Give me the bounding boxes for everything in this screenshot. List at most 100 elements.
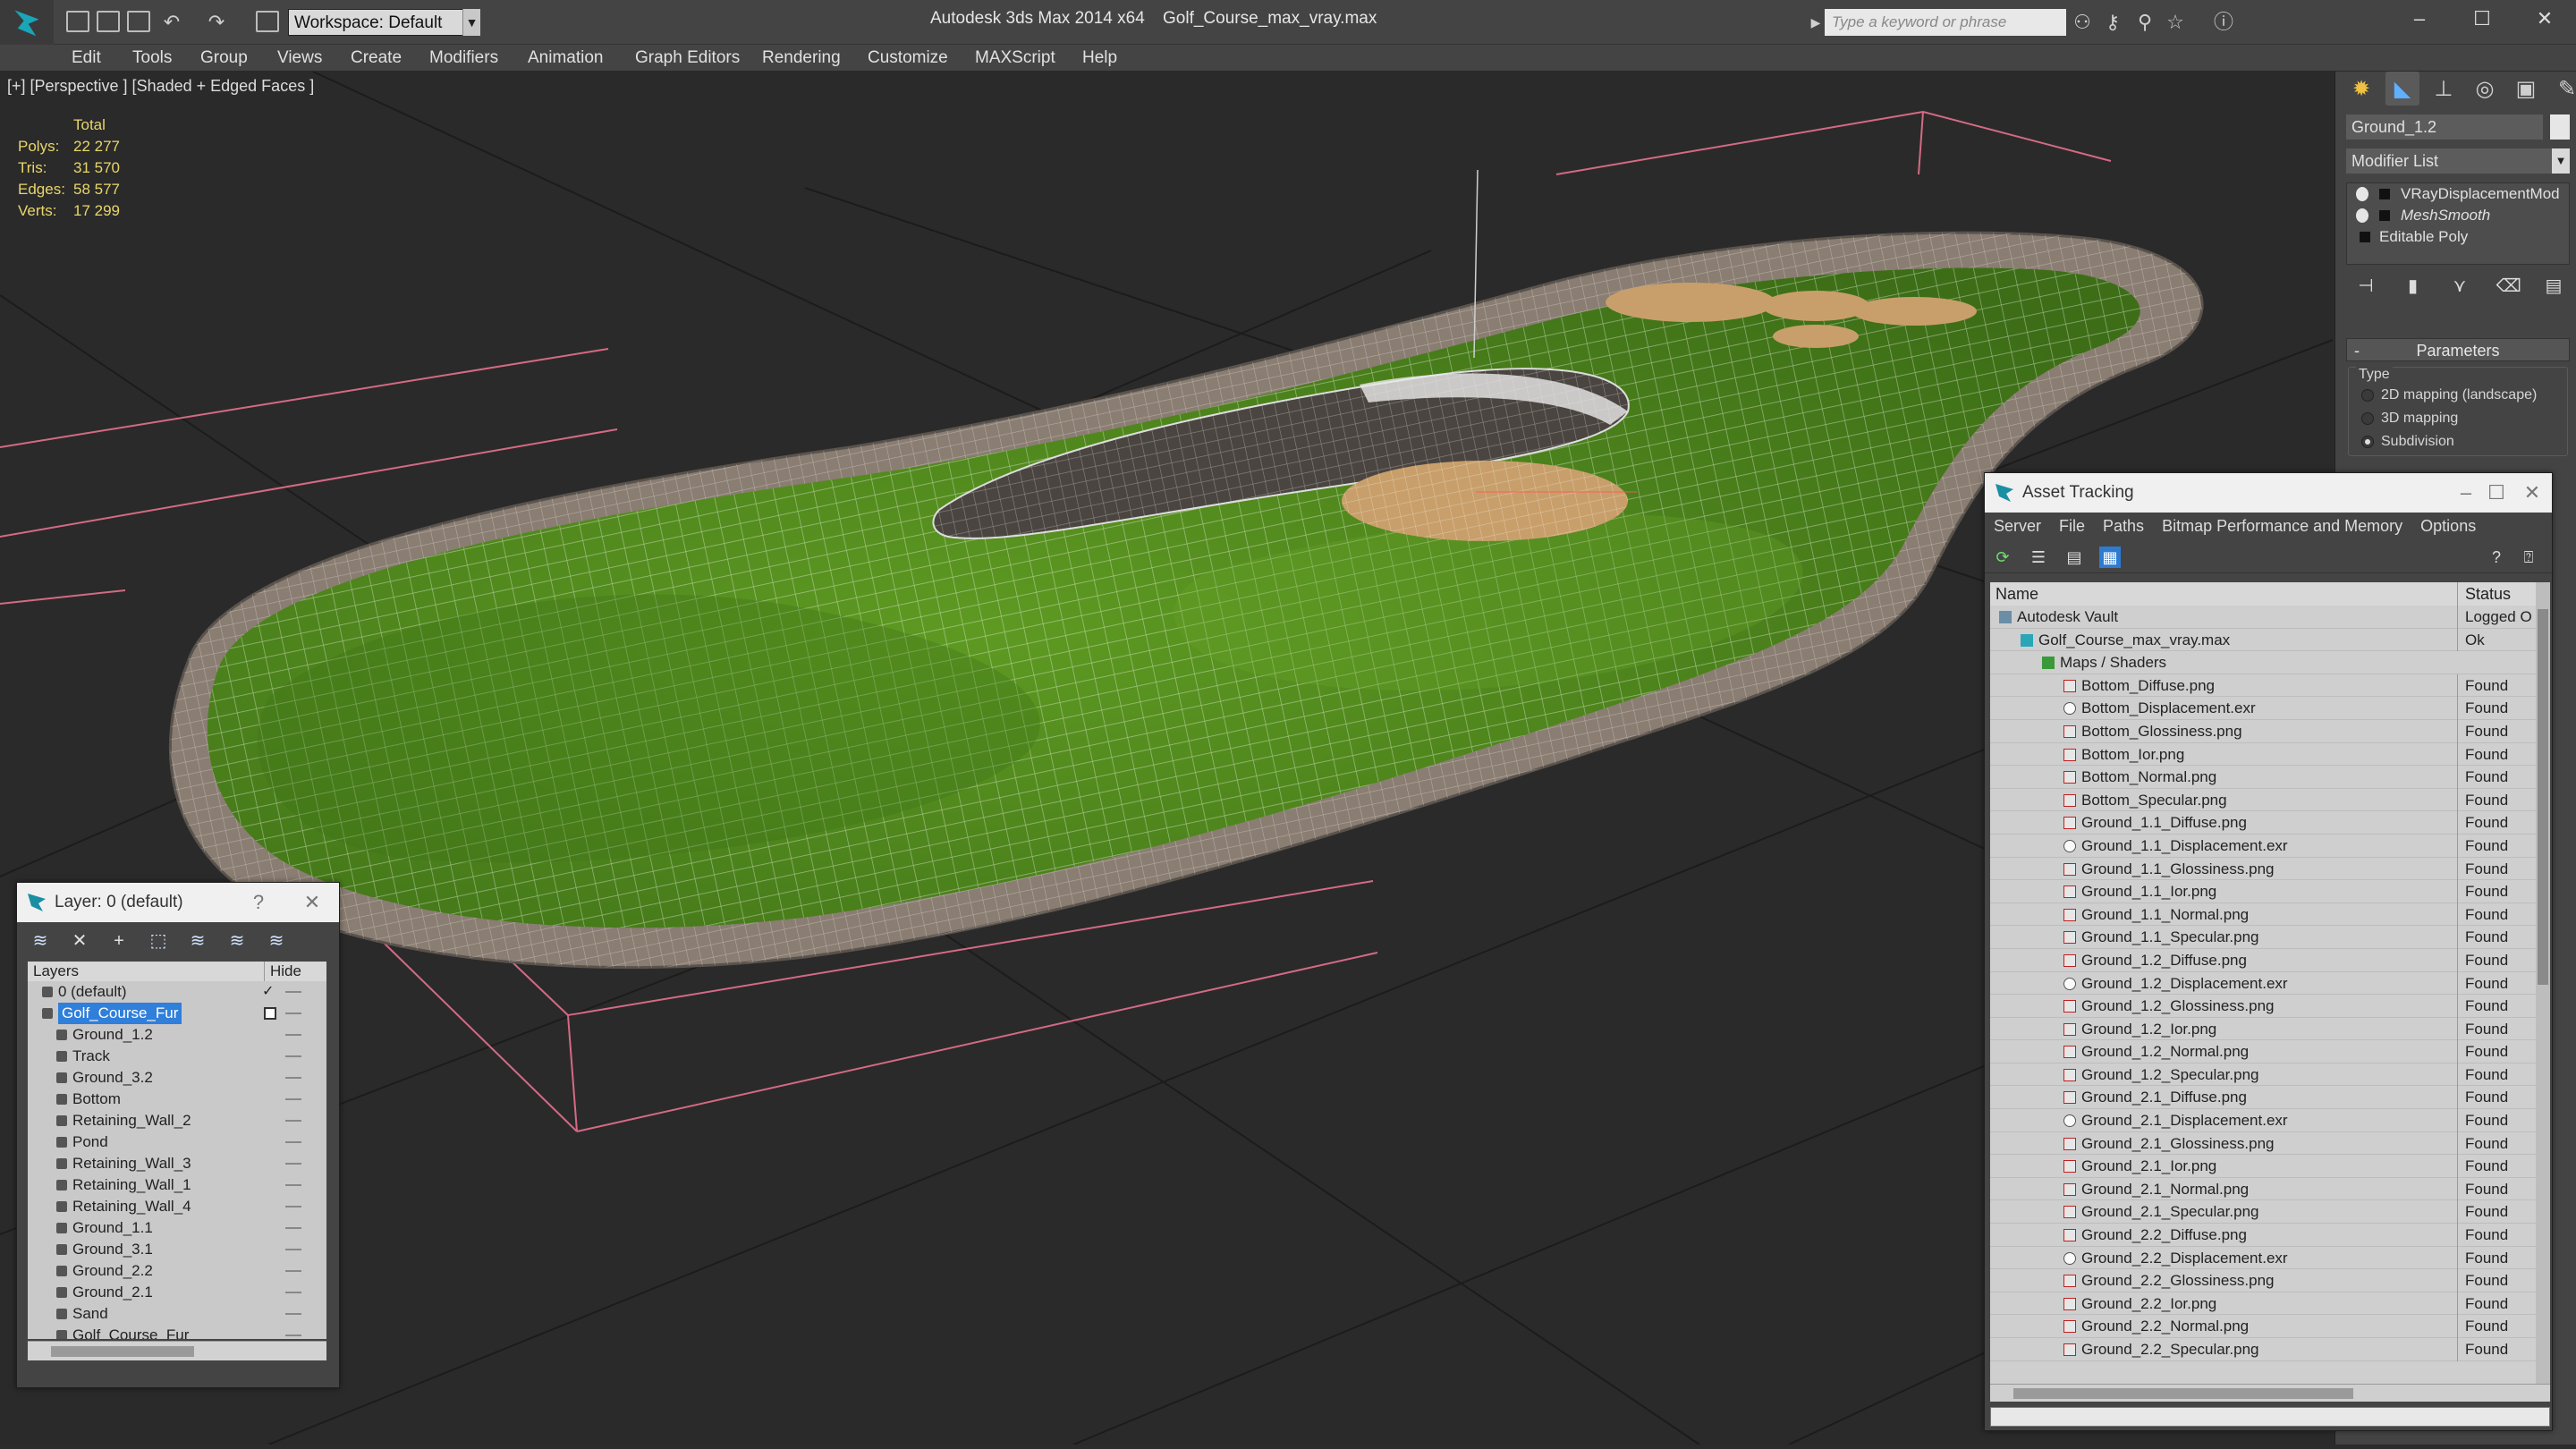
pin-stack-icon[interactable]: ⊣ — [2355, 275, 2377, 297]
layer-row[interactable]: Ground_1.1 — [28, 1217, 326, 1239]
app-logo[interactable] — [0, 0, 54, 45]
asset-row[interactable]: Ground_1.1_Glossiness.png Found — [1990, 857, 2536, 881]
layer-row[interactable]: Retaining_Wall_1 — [28, 1174, 326, 1196]
asset-row[interactable]: Ground_1.1_Normal.png Found — [1990, 902, 2536, 927]
help-context-icon[interactable]: ⍰ — [2518, 547, 2539, 568]
hide-all-icon[interactable]: ≋ — [225, 929, 250, 953]
delete-layer-icon[interactable]: ✕ — [67, 929, 92, 953]
table-view-icon[interactable]: ▦ — [2099, 547, 2121, 568]
asset-row[interactable]: Ground_2.1_Diffuse.png Found — [1990, 1086, 2536, 1110]
menu-help[interactable]: Help — [1082, 48, 1117, 68]
asset-row[interactable]: Autodesk Vault Logged O — [1990, 606, 2536, 629]
asset-vertical-scrollbar[interactable] — [2536, 582, 2550, 1384]
search-expand-icon[interactable]: ▶ — [1805, 13, 1826, 32]
motion-tab-icon[interactable]: ◎ — [2468, 72, 2502, 106]
expand-box-icon[interactable] — [2379, 189, 2390, 199]
set-current-checkbox[interactable] — [264, 1007, 276, 1020]
help-icon[interactable]: ? — [241, 883, 276, 922]
maximize-icon[interactable]: ☐ — [2469, 5, 2496, 32]
remove-modifier-icon[interactable]: ⌫ — [2496, 275, 2521, 297]
asset-row[interactable]: Ground_2.2_Diffuse.png Found — [1990, 1224, 2536, 1247]
stack-item-meshsmooth[interactable]: MeshSmooth — [2347, 205, 2569, 226]
asset-row[interactable]: Ground_1.2_Ior.png Found — [1990, 1017, 2536, 1041]
undo-icon[interactable]: ↶ — [161, 13, 182, 32]
show-end-result-icon[interactable]: ▮ — [2402, 275, 2424, 297]
hide-toggle[interactable] — [285, 1141, 301, 1143]
menu-modifiers[interactable]: Modifiers — [429, 48, 498, 68]
layer-select-icon[interactable]: ≋ — [28, 929, 53, 953]
display-tab-icon[interactable]: ▣ — [2509, 72, 2543, 106]
column-status[interactable]: Status — [2457, 582, 2536, 606]
asset-row[interactable]: Ground_2.1_Normal.png Found — [1990, 1177, 2536, 1201]
asset-row[interactable]: Ground_1.1_Ior.png Found — [1990, 880, 2536, 903]
hide-toggle[interactable] — [285, 1120, 301, 1122]
hide-toggle[interactable] — [285, 1227, 301, 1229]
light-bulb-icon[interactable] — [2356, 208, 2368, 223]
menu-tools[interactable]: Tools — [132, 48, 172, 68]
maximize-icon[interactable]: ☐ — [2479, 473, 2514, 513]
close-icon[interactable]: ✕ — [2514, 473, 2550, 513]
minimize-icon[interactable]: – — [2406, 5, 2433, 32]
chevron-down-icon[interactable]: ▼ — [462, 9, 480, 36]
asset-row[interactable]: Ground_1.1_Displacement.exr Found — [1990, 834, 2536, 858]
layer-manager-title-bar[interactable]: Layer: 0 (default) ? ✕ — [17, 883, 339, 922]
refresh-icon[interactable]: ⟳ — [1992, 547, 2013, 568]
hierarchy-tab-icon[interactable]: ⊥ — [2427, 72, 2461, 106]
asset-row[interactable]: Ground_2.1_Ior.png Found — [1990, 1155, 2536, 1178]
asset-tracking-title-bar[interactable]: Asset Tracking – ☐ ✕ — [1985, 473, 2552, 513]
list-view-icon[interactable]: ☰ — [2028, 547, 2049, 568]
layer-row[interactable]: Retaining_Wall_2 — [28, 1110, 326, 1131]
asset-row[interactable]: Ground_2.2_Normal.png Found — [1990, 1315, 2536, 1338]
asset-row[interactable]: Bottom_Diffuse.png Found — [1990, 674, 2536, 698]
menu-create[interactable]: Create — [351, 48, 402, 68]
layer-row[interactable]: Retaining_Wall_4 — [28, 1196, 326, 1217]
asset-row[interactable]: Golf_Course_max_vray.max Ok — [1990, 628, 2536, 652]
asset-row[interactable]: Ground_1.2_Normal.png Found — [1990, 1040, 2536, 1063]
asset-path-field[interactable] — [1990, 1407, 2550, 1427]
radio-subdivision[interactable]: Subdivision — [2361, 434, 2454, 450]
asset-row[interactable]: Ground_2.1_Displacement.exr Found — [1990, 1109, 2536, 1132]
layer-row[interactable]: Pond — [28, 1131, 326, 1153]
scroll-thumb[interactable] — [51, 1346, 194, 1357]
asset-row[interactable]: Bottom_Displacement.exr Found — [1990, 697, 2536, 720]
light-bulb-icon[interactable] — [2356, 187, 2368, 201]
asset-row[interactable]: Ground_2.1_Glossiness.png Found — [1990, 1131, 2536, 1156]
layer-horizontal-scrollbar[interactable] — [28, 1341, 326, 1360]
chevron-down-icon[interactable]: ▼ — [2552, 148, 2570, 174]
asset-row[interactable]: Ground_2.1_Specular.png Found — [1990, 1200, 2536, 1224]
highlight-layer-icon[interactable]: ≋ — [185, 929, 210, 953]
column-name[interactable]: Name — [1996, 582, 2038, 606]
hide-toggle[interactable] — [285, 1249, 301, 1250]
column-hide[interactable]: Hide — [264, 962, 326, 981]
scroll-thumb[interactable] — [2538, 609, 2548, 985]
close-icon[interactable]: ✕ — [2531, 5, 2558, 32]
asset-row[interactable]: Bottom_Specular.png Found — [1990, 788, 2536, 812]
menu-customize[interactable]: Customize — [868, 48, 948, 68]
favorites-star-icon[interactable]: ☆ — [2165, 13, 2186, 32]
asset-row[interactable]: Ground_1.1_Diffuse.png Found — [1990, 811, 2536, 835]
menu-rendering[interactable]: Rendering — [762, 48, 841, 68]
layer-row[interactable]: Ground_3.2 — [28, 1067, 326, 1089]
hide-toggle[interactable] — [285, 1077, 301, 1079]
asset-row[interactable]: Bottom_Glossiness.png Found — [1990, 719, 2536, 743]
workspace-select[interactable]: Workspace: Default — [288, 9, 480, 36]
menu-graph-editors[interactable]: Graph Editors — [635, 48, 740, 68]
create-tab-icon[interactable]: ✹ — [2344, 72, 2378, 106]
hide-toggle[interactable] — [285, 1335, 301, 1336]
asset-row[interactable]: Ground_1.2_Glossiness.png Found — [1990, 995, 2536, 1018]
hide-toggle[interactable] — [285, 1270, 301, 1272]
object-color-swatch[interactable] — [2550, 114, 2570, 140]
hide-toggle[interactable] — [285, 1184, 301, 1186]
column-layers[interactable]: Layers — [33, 962, 79, 981]
layer-row[interactable]: Retaining_Wall_3 — [28, 1153, 326, 1174]
modifier-list-dropdown[interactable]: Modifier List — [2346, 148, 2552, 174]
asset-row[interactable]: Ground_2.2_Displacement.exr Found — [1990, 1246, 2536, 1270]
menu-maxscript[interactable]: MAXScript — [975, 48, 1055, 68]
layer-row[interactable]: Bottom — [28, 1089, 326, 1110]
viewport-label[interactable]: [+] [Perspective ] [Shaded + Edged Faces… — [7, 77, 314, 96]
hide-toggle[interactable] — [285, 1034, 301, 1036]
asset-row[interactable]: Ground_1.2_Diffuse.png Found — [1990, 948, 2536, 972]
select-objects-icon[interactable]: ⬚ — [146, 929, 171, 953]
asset-menu-bitmap-performance[interactable]: Bitmap Performance and Memory — [2162, 517, 2402, 536]
freeze-all-icon[interactable]: ≋ — [264, 929, 289, 953]
